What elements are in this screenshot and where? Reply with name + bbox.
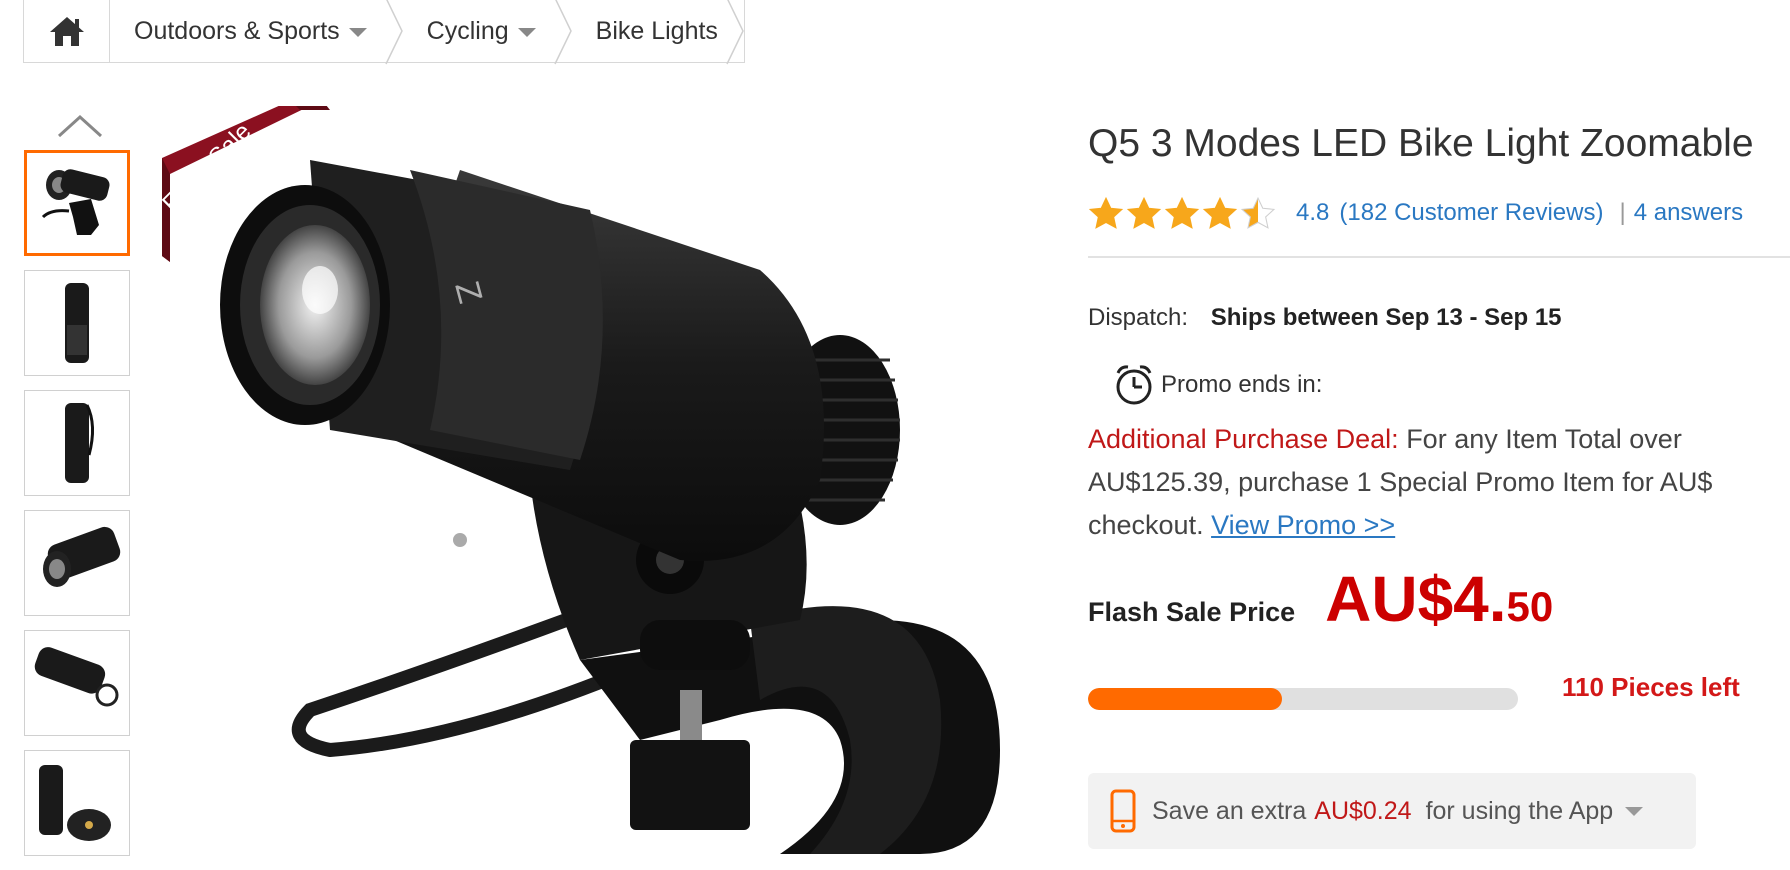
divider — [1088, 256, 1790, 258]
chevron-down-icon — [348, 28, 367, 37]
breadcrumb-item-bike-lights[interactable]: Bike Lights — [572, 0, 744, 65]
product-info: Q5 3 Modes LED Bike Light Zoomable 4.8 (… — [1088, 0, 1790, 854]
rating-value: 4.8 — [1296, 199, 1330, 226]
chevron-up-icon[interactable] — [57, 114, 103, 138]
flashlight-thumbnail-image — [39, 765, 111, 841]
thumbnail-6[interactable] — [24, 750, 130, 856]
thumbnail-2[interactable] — [24, 270, 130, 376]
breadcrumb-label: Outdoors & Sports — [134, 16, 340, 45]
thumbnail-4[interactable] — [24, 510, 130, 616]
rating-row: 4.8 (182 Customer Reviews) | 4 answers — [1088, 196, 1743, 230]
view-promo-link[interactable]: View Promo >> — [1211, 510, 1395, 540]
app-discount-amount: AU$0.24 — [1314, 796, 1412, 825]
alarm-clock-icon — [1116, 365, 1152, 405]
breadcrumb-separator — [384, 0, 403, 65]
thumbnail-list — [24, 150, 134, 870]
dispatch-info: Dispatch: Ships between Sep 13 - Sep 15 — [1088, 304, 1562, 332]
mobile-phone-icon — [1110, 789, 1136, 833]
pieces-left: 110 Pieces left — [1562, 672, 1740, 702]
home-icon — [49, 17, 84, 46]
flashlight-thumbnail-image — [65, 283, 89, 363]
star-rating — [1088, 196, 1276, 230]
star-icon — [1164, 196, 1200, 229]
promo-label: Promo ends in: — [1161, 371, 1323, 398]
breadcrumb-label: Cycling — [426, 16, 509, 45]
dispatch-value: Ships between Sep 13 - Sep 15 — [1210, 304, 1562, 331]
promo-countdown: Promo ends in: — [1113, 363, 1322, 407]
star-icon — [1126, 196, 1162, 229]
flashlight-thumbnail-image — [34, 647, 119, 707]
price-cents: 50 — [1506, 583, 1554, 630]
star-icon — [1202, 196, 1238, 229]
breadcrumb-separator — [553, 0, 572, 65]
stock-progress-fill — [1088, 688, 1282, 710]
flash-sale-ribbon: Flash Sale — [162, 106, 330, 262]
separator: | — [1619, 199, 1626, 226]
app-prefix: Save an extra — [1152, 796, 1307, 825]
flash-sale-price-row: Flash Sale Price AU$4. 50 — [1088, 562, 1553, 636]
breadcrumb: Outdoors & Sports Cycling Bike Lights — [23, 0, 745, 65]
app-discount-dropdown[interactable]: Save an extra AU$0.24 for using the App — [1088, 773, 1696, 849]
breadcrumb-separator — [726, 0, 744, 65]
app-suffix: for using the App — [1425, 796, 1614, 825]
star-icon — [1240, 196, 1276, 229]
thumbnail-3[interactable] — [24, 390, 130, 496]
flash-sale-price-label: Flash Sale Price — [1088, 597, 1296, 627]
answers-link[interactable]: 4 answers — [1634, 199, 1743, 227]
breadcrumb-item-outdoors-sports[interactable]: Outdoors & Sports — [110, 0, 403, 65]
star-icon — [1088, 196, 1124, 229]
bike-light-thumbnail-image — [41, 169, 110, 235]
breadcrumb-home[interactable] — [24, 0, 110, 62]
breadcrumb-item-cycling[interactable]: Cycling — [403, 0, 572, 65]
thumbnail-5[interactable] — [24, 630, 130, 736]
breadcrumb-label: Bike Lights — [595, 16, 718, 45]
chevron-down-icon — [517, 28, 536, 37]
chevron-down-icon — [1625, 806, 1644, 816]
additional-purchase-deal: Additional Purchase Deal: For any Item T… — [1088, 418, 1790, 547]
stock-progress-bar — [1088, 688, 1518, 710]
main-product-image[interactable]: Z Flash Sale — [160, 100, 1040, 854]
flashlight-thumbnail-image — [43, 526, 121, 587]
deal-label: Additional Purchase Deal: — [1088, 424, 1399, 454]
product-title: Q5 3 Modes LED Bike Light Zoomable — [1088, 122, 1754, 165]
price: AU$4. — [1325, 563, 1507, 635]
customer-reviews-link[interactable]: (182 Customer Reviews) — [1339, 199, 1603, 227]
dispatch-label: Dispatch: — [1088, 304, 1189, 331]
thumbnail-1[interactable] — [24, 150, 130, 256]
flashlight-thumbnail-image — [65, 403, 94, 483]
